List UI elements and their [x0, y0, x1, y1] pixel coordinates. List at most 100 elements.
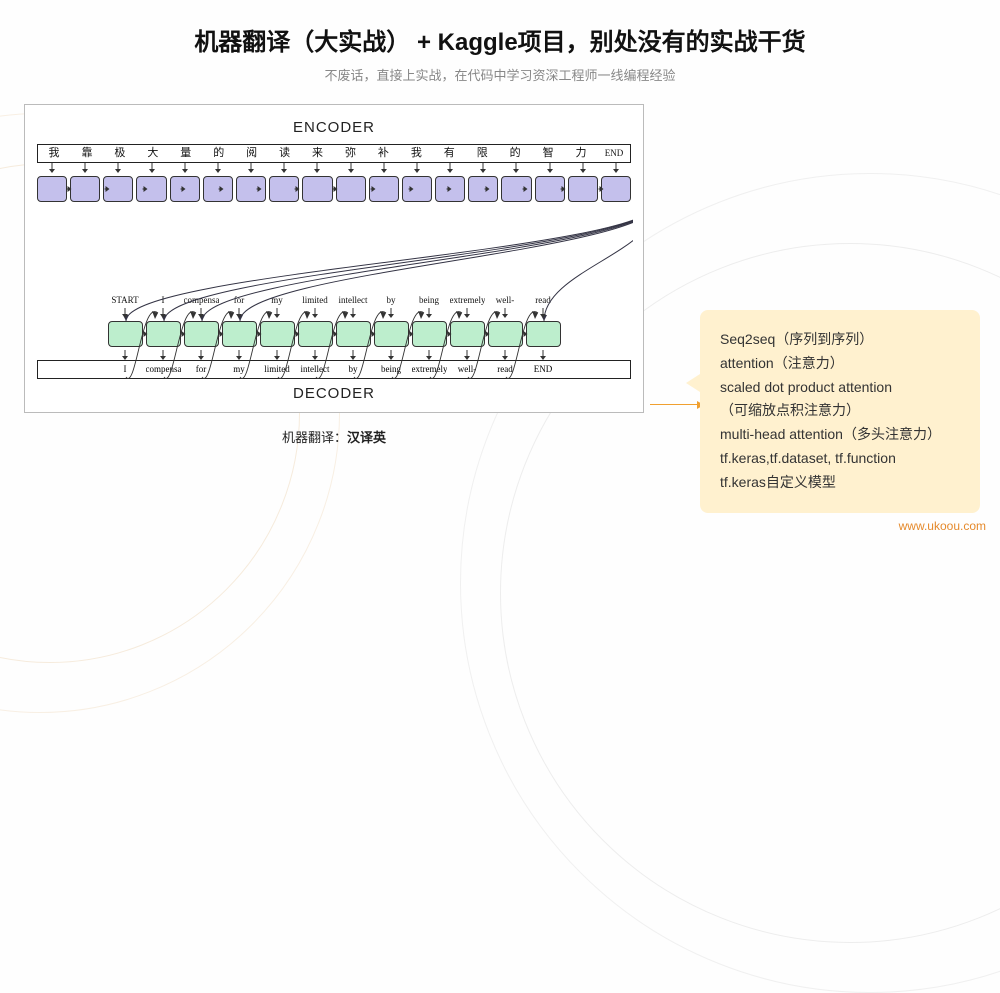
- decoder-input-token: read: [526, 293, 561, 308]
- decoder-output-token: my: [222, 362, 257, 377]
- down-arrow-icon: [184, 350, 219, 360]
- caption-bold: 汉译英: [347, 430, 386, 445]
- decoder-node: [146, 321, 181, 347]
- down-arrow-icon: [501, 163, 531, 173]
- decoder-output-token: read: [488, 362, 523, 377]
- decoder-input-token: compensate: [184, 293, 219, 308]
- encoder-node: [468, 176, 498, 202]
- encoder-node: [336, 176, 366, 202]
- decoder-input-token: being: [412, 293, 447, 308]
- down-arrow-icon: [146, 308, 181, 318]
- decoder-node: [412, 321, 447, 347]
- watermark-text: www.ukoou.com: [899, 519, 986, 533]
- down-arrow-icon: [435, 163, 465, 173]
- encoder-node: [37, 176, 67, 202]
- encoder-node-row: [37, 176, 631, 202]
- down-arrow-icon: [146, 350, 181, 360]
- encoder-node: [402, 176, 432, 202]
- encoder-token: 来: [303, 146, 333, 161]
- encoder-token: 极: [105, 146, 135, 161]
- down-arrow-icon: [488, 308, 523, 318]
- down-arrow-icon: [526, 350, 561, 360]
- down-arrow-icon: [236, 163, 266, 173]
- encoder-token: 智: [533, 146, 563, 161]
- down-arrow-icon: [412, 350, 447, 360]
- encoder-token: 大: [138, 146, 168, 161]
- decoder-input-token: for: [222, 293, 257, 308]
- encoder-node: [203, 176, 233, 202]
- down-arrow-icon: [269, 163, 299, 173]
- decoder-node-row: [37, 321, 631, 347]
- concept-line: Seq2seq（序列到序列）: [720, 328, 960, 352]
- decoder-node: [108, 321, 143, 347]
- encoder-token: 的: [500, 146, 530, 161]
- decoder-input-token: well-: [488, 293, 523, 308]
- encoder-token-strip: 我靠极大量的阅读来弥补我有限的智力END: [37, 144, 631, 163]
- decoder-node: [450, 321, 485, 347]
- down-arrow-icon: [222, 350, 257, 360]
- concept-line: scaled dot product attention: [720, 376, 960, 400]
- decoder-input-token: my: [260, 293, 295, 308]
- page-title: 机器翻译（大实战） + Kaggle项目，别处没有的实战干货: [0, 0, 1000, 57]
- callout-arrow: [650, 404, 700, 405]
- encoder-token: 我: [401, 146, 431, 161]
- down-arrow-icon: [336, 308, 371, 318]
- encoder-node: [369, 176, 399, 202]
- encoder-token: 力: [566, 146, 596, 161]
- down-arrow-icon: [450, 350, 485, 360]
- decoder-node: [184, 321, 219, 347]
- decoder-heading: DECODER: [37, 385, 631, 402]
- decoder-node: [336, 321, 371, 347]
- decoder-output-token: limited: [260, 362, 295, 377]
- decoder-input-down-arrows: [37, 308, 631, 318]
- page-subtitle: 不废话，直接上实战，在代码中学习资深工程师一线编程经验: [0, 65, 1000, 84]
- down-arrow-icon: [302, 163, 332, 173]
- down-arrow-icon: [468, 163, 498, 173]
- decoder-output-token: by: [336, 362, 371, 377]
- decoder-output-strip: Icompensateformylimitedintellectbybeinge…: [37, 360, 631, 379]
- encoder-token: 我: [39, 146, 69, 161]
- down-arrow-icon: [108, 350, 143, 360]
- decoder-input-token: intellect: [336, 293, 371, 308]
- encoder-token: 弥: [336, 146, 366, 161]
- decoder-output-token: END: [526, 362, 561, 377]
- down-arrow-icon: [535, 163, 565, 173]
- encoder-token: 有: [434, 146, 464, 161]
- concept-card: Seq2seq（序列到序列） attention（注意力） scaled dot…: [700, 310, 980, 513]
- encoder-token: 读: [270, 146, 300, 161]
- down-arrow-icon: [374, 350, 409, 360]
- decoder-node: [374, 321, 409, 347]
- encoder-node: [501, 176, 531, 202]
- down-arrow-icon: [488, 350, 523, 360]
- decoder-node: [222, 321, 257, 347]
- encoder-token: 的: [204, 146, 234, 161]
- decoder-output-down-arrows: [37, 350, 631, 360]
- caption-prefix: 机器翻译：: [282, 430, 347, 445]
- decoder-output-token: compensate: [146, 362, 181, 377]
- decoder-node: [526, 321, 561, 347]
- encoder-heading: ENCODER: [37, 119, 631, 136]
- down-arrow-icon: [170, 163, 200, 173]
- down-arrow-icon: [568, 163, 598, 173]
- down-arrow-icon: [260, 308, 295, 318]
- down-arrow-icon: [298, 308, 333, 318]
- down-arrow-icon: [369, 163, 399, 173]
- encoder-node: [236, 176, 266, 202]
- down-arrow-icon: [260, 350, 295, 360]
- decoder-input-token: START: [108, 293, 143, 308]
- decoder-input-token: limited: [298, 293, 333, 308]
- encoder-down-arrows: [37, 163, 631, 173]
- encoder-node: [302, 176, 332, 202]
- decoder-output-token: I: [108, 362, 143, 377]
- encoder-node: [568, 176, 598, 202]
- card-pointer-icon: [686, 374, 700, 392]
- seq2seq-diagram: ENCODER 我靠极大量的阅读来弥补我有限的智力END START Icompe…: [24, 104, 644, 413]
- encoder-token: 量: [171, 146, 201, 161]
- down-arrow-icon: [203, 163, 233, 173]
- down-arrow-icon: [526, 308, 561, 318]
- down-arrow-icon: [336, 163, 366, 173]
- concept-line: multi-head attention（多头注意力）: [720, 423, 960, 447]
- encoder-node: [170, 176, 200, 202]
- encoder-node: [70, 176, 100, 202]
- decoder-output-token: intellect: [298, 362, 333, 377]
